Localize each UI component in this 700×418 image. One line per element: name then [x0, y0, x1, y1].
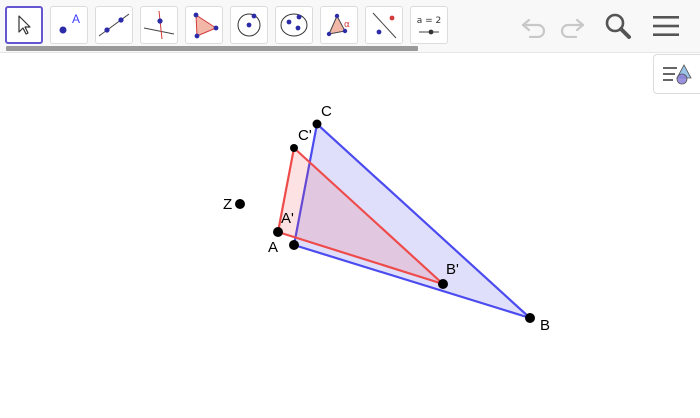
perpendicular-line-icon: [143, 10, 175, 40]
point-z[interactable]: [235, 199, 245, 209]
ellipse-icon: [280, 13, 308, 37]
point-c-prime[interactable]: [290, 144, 298, 152]
redo-icon: [560, 18, 585, 38]
tool-move[interactable]: [5, 6, 43, 44]
tool-angle[interactable]: α: [320, 6, 358, 44]
polygon-triangle-icon: [193, 12, 219, 39]
tool-line[interactable]: [95, 6, 133, 44]
label-z: Z: [223, 196, 232, 213]
toolbar-scrollbar[interactable]: [6, 46, 418, 51]
tool-slider[interactable]: a = 2: [410, 6, 448, 44]
slider-tool-label: a = 2: [416, 16, 442, 26]
label-c: C: [321, 103, 332, 120]
undo-icon: [521, 18, 546, 38]
move-arrow-icon: [18, 15, 31, 35]
tool-ellipse[interactable]: [275, 6, 313, 44]
point-a-prime[interactable]: [289, 240, 299, 250]
point-c[interactable]: [312, 119, 322, 129]
tool-polygon[interactable]: [185, 6, 223, 44]
tool-perpendicular-line[interactable]: [140, 6, 178, 44]
graphics-view[interactable]: C C' Z A' A B' B: [0, 53, 700, 418]
angle-icon: α: [326, 13, 350, 37]
label-c-prime: C': [298, 127, 312, 144]
svg-text:A: A: [72, 12, 80, 26]
geogebra-app: A α a = 2 C C' Z A' A B' B: [0, 0, 700, 418]
label-b-prime: B': [446, 261, 459, 278]
label-a-prime: A': [281, 210, 294, 227]
reflect-line-icon: [372, 12, 397, 39]
redo-button[interactable]: [554, 8, 590, 44]
tool-reflect-about-line[interactable]: [365, 6, 403, 44]
label-a: A: [268, 239, 278, 256]
style-bar-toggle-button[interactable]: [653, 54, 700, 94]
point-b-prime[interactable]: [438, 279, 448, 289]
label-b: B: [540, 317, 550, 334]
style-bar-icon: [663, 64, 692, 85]
svg-text:α: α: [344, 20, 350, 30]
menu-icon: [653, 16, 679, 36]
line-tool-icon: [98, 13, 130, 37]
search-button[interactable]: [600, 8, 636, 44]
point-a[interactable]: [273, 227, 283, 237]
undo-button[interactable]: [516, 8, 552, 44]
tool-point[interactable]: A: [50, 6, 88, 44]
circle-center-icon: [237, 13, 261, 37]
main-menu-button[interactable]: [648, 8, 684, 44]
point-b[interactable]: [525, 313, 535, 323]
point-tool-icon: A: [59, 12, 80, 34]
search-icon: [605, 13, 631, 39]
tool-circle-center-point[interactable]: [230, 6, 268, 44]
